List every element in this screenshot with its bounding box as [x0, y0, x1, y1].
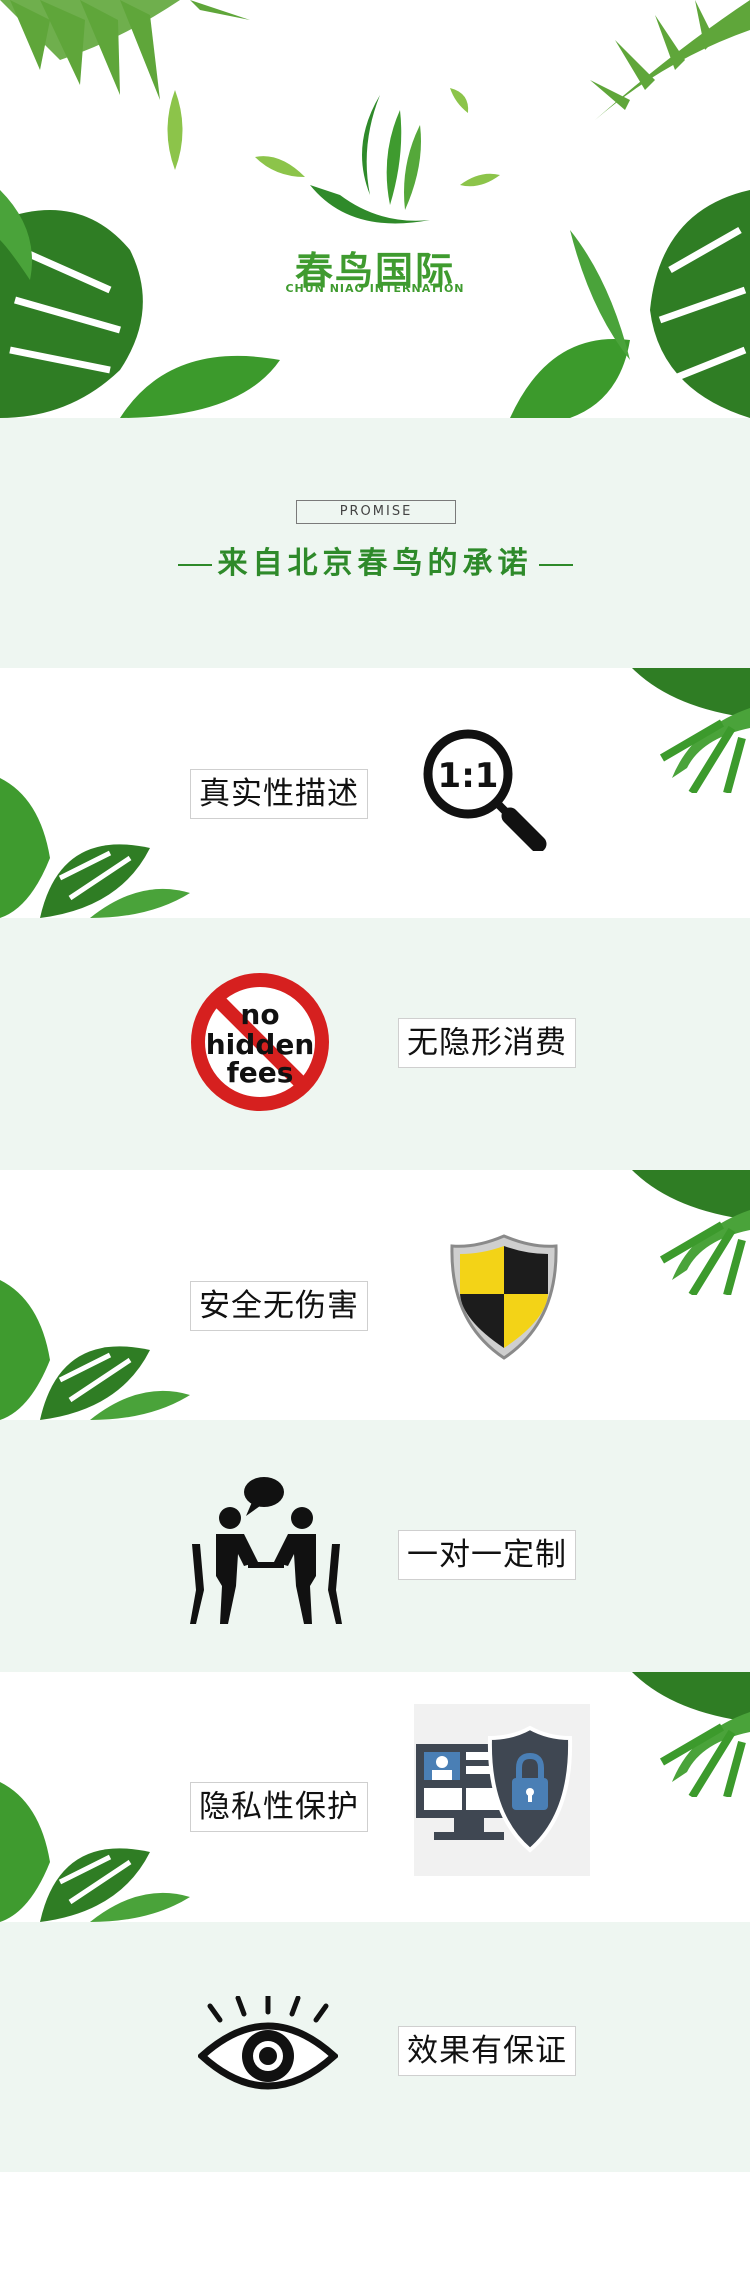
privacy-lock-icon — [414, 1704, 590, 1876]
brand-logo-icon — [310, 95, 430, 224]
feature-row-safety: 安全无伤害 — [0, 1170, 750, 1420]
falling-leaf-decoration — [255, 156, 305, 177]
promise-title-text: 来自北京春鸟的承诺 — [217, 546, 533, 581]
feature-row-privacy: 隐私性保护 — [0, 1672, 750, 1922]
promise-section: PROMISE 来自北京春鸟的承诺 — [0, 418, 750, 668]
no-hidden-fees-icon: no hidden fees — [191, 973, 329, 1111]
palm-leaf-decoration — [590, 0, 750, 120]
monstera-leaf-decoration — [0, 190, 280, 418]
brand-subtitle: CHUN NIAO INTERNATION — [285, 282, 465, 295]
feature-row-no-hidden-fees: no hidden fees 无隐形消费 — [0, 918, 750, 1170]
badge-line: no — [240, 998, 279, 1031]
feature-label: 隐私性保护 — [190, 1782, 368, 1832]
promise-tag: PROMISE — [296, 500, 456, 524]
feature-label: 安全无伤害 — [190, 1281, 368, 1331]
magnifier-1-to-1-icon: 1:1 — [423, 729, 547, 851]
header-banner: 春鸟国际 CHUN NIAO INTERNATION — [0, 0, 750, 418]
title-dash — [538, 564, 573, 566]
magnifier-text: 1:1 — [438, 756, 499, 796]
feature-label: 一对一定制 — [398, 1530, 576, 1580]
consultation-icon — [190, 1477, 342, 1624]
eye-icon — [198, 1996, 338, 2090]
shield-icon — [450, 1234, 558, 1360]
palm-leaf-decoration — [632, 1672, 750, 1797]
title-dash — [177, 564, 212, 566]
palm-leaf-decoration — [632, 1170, 750, 1295]
falling-leaf-decoration — [460, 173, 500, 187]
feature-row-authentic: 真实性描述 1:1 — [0, 668, 750, 918]
promise-title: 来自北京春鸟的承诺 — [0, 538, 750, 582]
monstera-leaf-decoration — [0, 1782, 190, 1922]
falling-leaf-decoration — [167, 90, 183, 170]
footer-space — [0, 2172, 750, 2281]
palm-leaf-decoration — [0, 0, 250, 100]
feature-label: 真实性描述 — [190, 769, 368, 819]
falling-leaf-decoration — [450, 88, 469, 113]
feature-label: 效果有保证 — [398, 2026, 576, 2076]
feature-row-custom: 一对一定制 — [0, 1420, 750, 1672]
feature-row-guarantee: 效果有保证 — [0, 1922, 750, 2172]
monstera-leaf-decoration — [0, 778, 190, 918]
palm-leaf-decoration — [632, 668, 750, 793]
badge-line: fees — [227, 1056, 294, 1089]
monstera-leaf-decoration — [0, 1280, 190, 1420]
monstera-leaf-decoration — [510, 190, 750, 418]
feature-label: 无隐形消费 — [398, 1018, 576, 1068]
